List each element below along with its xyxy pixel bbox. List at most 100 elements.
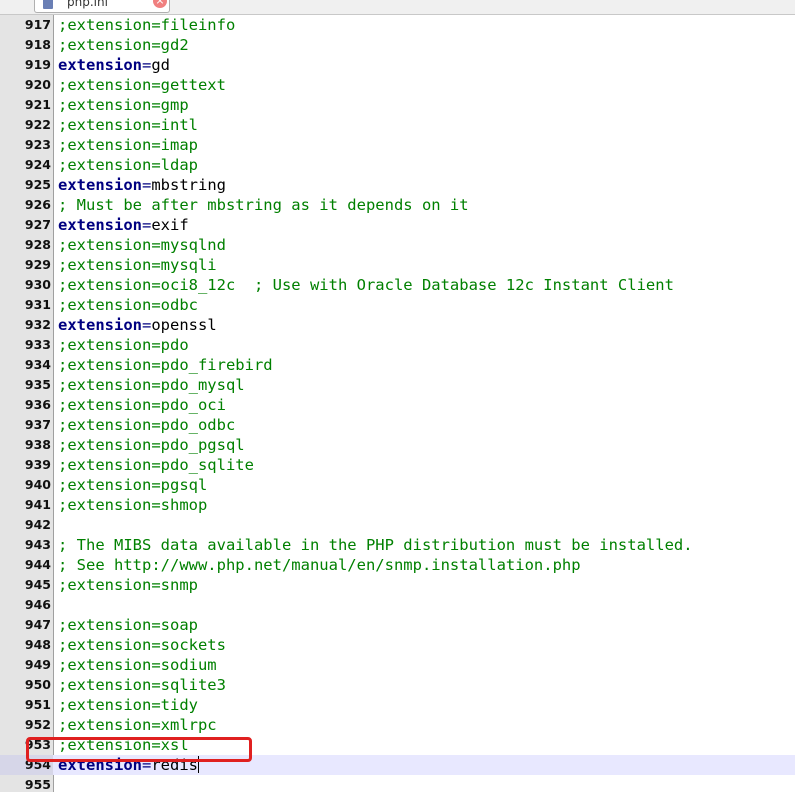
comment-text: ; The MIBS data available in the PHP dis… xyxy=(58,536,693,554)
code-line[interactable]: 948 ;extension=sockets xyxy=(0,635,795,655)
code-line[interactable]: 950 ;extension=sqlite3 xyxy=(0,675,795,695)
code-line[interactable]: 937 ;extension=pdo_odbc xyxy=(0,415,795,435)
line-text: ;extension=xmlrpc xyxy=(58,715,217,735)
line-text: ; The MIBS data available in the PHP dis… xyxy=(58,535,693,555)
comment-text: ;extension=imap xyxy=(58,136,198,154)
code-line[interactable]: 942 xyxy=(0,515,795,535)
line-text: ;extension=gmp xyxy=(58,95,189,115)
comment-text: ;extension=shmop xyxy=(58,496,208,514)
code-line[interactable]: 920 ;extension=gettext xyxy=(0,75,795,95)
code-line[interactable]: 921 ;extension=gmp xyxy=(0,95,795,115)
code-line[interactable]: 949 ;extension=sodium xyxy=(0,655,795,675)
comment-text: ;extension=gettext xyxy=(58,76,226,94)
editor-window: php.ini × 917 ;extension=fileinfo 918 ;exte… xyxy=(0,0,795,792)
directive-key: extension xyxy=(58,316,142,334)
line-text: extension=mbstring xyxy=(58,175,226,195)
comment-text: ;extension=tidy xyxy=(58,696,198,714)
line-number: 924 xyxy=(24,157,51,172)
comment-text: ;extension=mysqli xyxy=(58,256,217,274)
comment-text: ;extension=pdo_oci xyxy=(58,396,226,414)
code-line[interactable]: 935 ;extension=pdo_mysql xyxy=(0,375,795,395)
code-line[interactable]: 944 ; See http://www.php.net/manual/en/sn… xyxy=(0,555,795,575)
comment-text: ;extension=pgsql xyxy=(58,476,208,494)
line-text: ;extension=sodium xyxy=(58,655,217,675)
line-number: 920 xyxy=(24,77,51,92)
code-line[interactable]: 918 ;extension=gd2 xyxy=(0,35,795,55)
comment-text: ; Must be after mbstring as it depends o… xyxy=(58,196,469,214)
code-line[interactable]: 930 ;extension=oci8_12c ; Use with Oracle… xyxy=(0,275,795,295)
directive-equals: = xyxy=(142,316,152,334)
line-text: extension=gd xyxy=(58,55,170,75)
line-number: 942 xyxy=(24,517,51,532)
code-line[interactable]: 943 ; The MIBS data available in the PHP … xyxy=(0,535,795,555)
code-line[interactable]: 946 xyxy=(0,595,795,615)
code-line[interactable]: 919 extension=gd xyxy=(0,55,795,75)
code-line[interactable]: 928 ;extension=mysqlnd xyxy=(0,235,795,255)
directive-value: openssl xyxy=(151,316,217,334)
code-line[interactable]: 923 ;extension=imap xyxy=(0,135,795,155)
directive-value: gd xyxy=(151,56,171,74)
file-icon xyxy=(43,0,53,9)
line-number: 925 xyxy=(24,177,51,192)
code-line[interactable]: 955 xyxy=(0,775,795,792)
code-line[interactable]: 924 ;extension=ldap xyxy=(0,155,795,175)
line-number: 921 xyxy=(24,97,51,112)
line-number: 931 xyxy=(24,297,51,312)
code-line[interactable]: 936 ;extension=pdo_oci xyxy=(0,395,795,415)
comment-text: ;extension=oci8_12c ; Use with Oracle Da… xyxy=(58,276,674,294)
code-line[interactable]: 952 ;extension=xmlrpc xyxy=(0,715,795,735)
code-line[interactable]: 939 ;extension=pdo_sqlite xyxy=(0,455,795,475)
tab-php-ini[interactable]: php.ini × xyxy=(34,0,170,13)
line-text: ;extension=pdo_firebird xyxy=(58,355,273,375)
line-text: ;extension=soap xyxy=(58,615,198,635)
line-text: ;extension=imap xyxy=(58,135,198,155)
code-line[interactable]: 947 ;extension=soap xyxy=(0,615,795,635)
line-text: ;extension=ldap xyxy=(58,155,198,175)
line-text: ;extension=gettext xyxy=(58,75,226,95)
code-line[interactable]: 934 ;extension=pdo_firebird xyxy=(0,355,795,375)
line-text: ;extension=mysqlnd xyxy=(58,235,226,255)
code-line[interactable]: 931 ;extension=odbc xyxy=(0,295,795,315)
line-number: 930 xyxy=(24,277,51,292)
line-number: 943 xyxy=(24,537,51,552)
line-number: 941 xyxy=(24,497,51,512)
line-number: 918 xyxy=(24,37,51,52)
directive-equals: = xyxy=(142,216,152,234)
close-icon[interactable]: × xyxy=(153,0,167,8)
line-number: 950 xyxy=(24,677,51,692)
code-line[interactable]: 925 extension=mbstring xyxy=(0,175,795,195)
code-line[interactable]: 932 extension=openssl xyxy=(0,315,795,335)
line-text: ;extension=intl xyxy=(58,115,198,135)
code-line[interactable]: 933 ;extension=pdo xyxy=(0,335,795,355)
line-text: ;extension=oci8_12c ; Use with Oracle Da… xyxy=(58,275,674,295)
code-editor[interactable]: 917 ;extension=fileinfo 918 ;extension=gd2 9… xyxy=(0,15,795,792)
line-number: 919 xyxy=(24,57,51,72)
line-number: 946 xyxy=(24,597,51,612)
code-line[interactable]: 938 ;extension=pdo_pgsql xyxy=(0,435,795,455)
tab-bar: php.ini × xyxy=(0,0,795,15)
line-text: ;extension=pdo_mysql xyxy=(58,375,245,395)
comment-text: ;extension=pdo_sqlite xyxy=(58,456,254,474)
code-line[interactable]: 940 ;extension=pgsql xyxy=(0,475,795,495)
code-line[interactable]: 922 ;extension=intl xyxy=(0,115,795,135)
comment-text: ;extension=gmp xyxy=(58,96,189,114)
comment-text: ;extension=pdo_odbc xyxy=(58,416,236,434)
code-line[interactable]: 917 ;extension=fileinfo xyxy=(0,15,795,35)
line-number: 955 xyxy=(24,777,51,792)
code-line[interactable]: 951 ;extension=tidy xyxy=(0,695,795,715)
comment-text: ;extension=xmlrpc xyxy=(58,716,217,734)
comment-text: ;extension=pdo_firebird xyxy=(58,356,273,374)
line-number: 939 xyxy=(24,457,51,472)
line-number: 948 xyxy=(24,637,51,652)
code-line[interactable]: 941 ;extension=shmop xyxy=(0,495,795,515)
code-line[interactable]: 927 extension=exif xyxy=(0,215,795,235)
code-line[interactable]: 945 ;extension=snmp xyxy=(0,575,795,595)
directive-value: exif xyxy=(151,216,189,234)
line-number: 917 xyxy=(24,17,51,32)
line-text: ; See http://www.php.net/manual/en/snmp.… xyxy=(58,555,581,575)
line-text: ;extension=pdo xyxy=(58,335,189,355)
line-number: 945 xyxy=(24,577,51,592)
code-line[interactable]: 929 ;extension=mysqli xyxy=(0,255,795,275)
code-line[interactable]: 926 ; Must be after mbstring as it depend… xyxy=(0,195,795,215)
comment-text: ;extension=soap xyxy=(58,616,198,634)
